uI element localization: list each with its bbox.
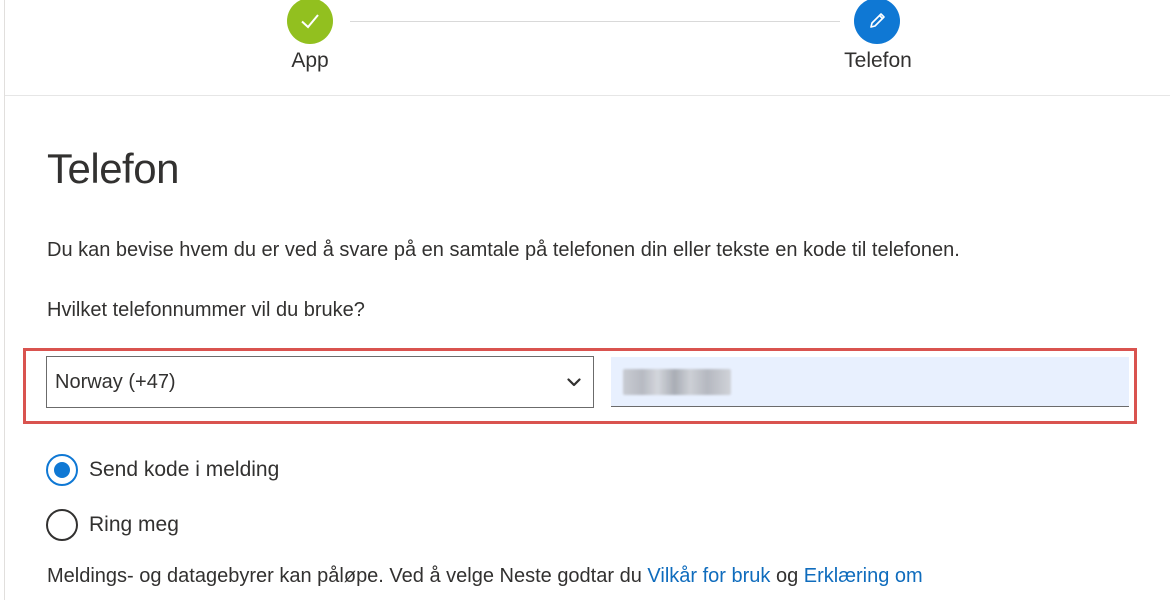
option-call-me[interactable]: Ring meg [46,509,179,541]
content-frame: App Telefon Telefon Du kan bevise hvem d… [4,0,1170,600]
page-title: Telefon [47,145,179,192]
privacy-statement-link[interactable]: Erklæring om [804,565,923,587]
terms-of-use-link[interactable]: Vilkår for bruk [647,565,770,587]
intro-text: Du kan bevise hvem du er ved å svare på … [47,239,960,261]
option-send-code[interactable]: Send kode i melding [46,454,279,486]
country-code-select[interactable]: Norway (+47) [46,356,594,408]
checkmark-icon [301,14,319,29]
radio-send-code[interactable] [46,454,78,486]
option-call-me-label: Ring meg [89,513,179,536]
pencil-icon [870,13,885,28]
step-telefon-indicator [854,0,900,44]
stepper-connector [350,21,840,22]
redacted-phone-number [623,369,731,395]
terms-text: Meldings- og datagebyrer kan påløpe. Ved… [47,565,1167,588]
radio-call-me[interactable] [46,509,78,541]
step-app-indicator [287,0,333,44]
phone-question-label: Hvilket telefonnummer vil du bruke? [47,299,365,321]
terms-middle: og [770,565,804,587]
chevron-down-icon [567,378,581,387]
step-telefon-label: Telefon [844,49,912,72]
country-code-value: Norway (+47) [55,370,176,393]
option-send-code-label: Send kode i melding [89,458,280,481]
terms-prefix: Meldings- og datagebyrer kan påløpe. Ved… [47,565,648,587]
progress-stepper: App Telefon [5,0,1170,96]
radio-selected-dot [54,462,70,478]
step-app-label: App [291,49,329,72]
